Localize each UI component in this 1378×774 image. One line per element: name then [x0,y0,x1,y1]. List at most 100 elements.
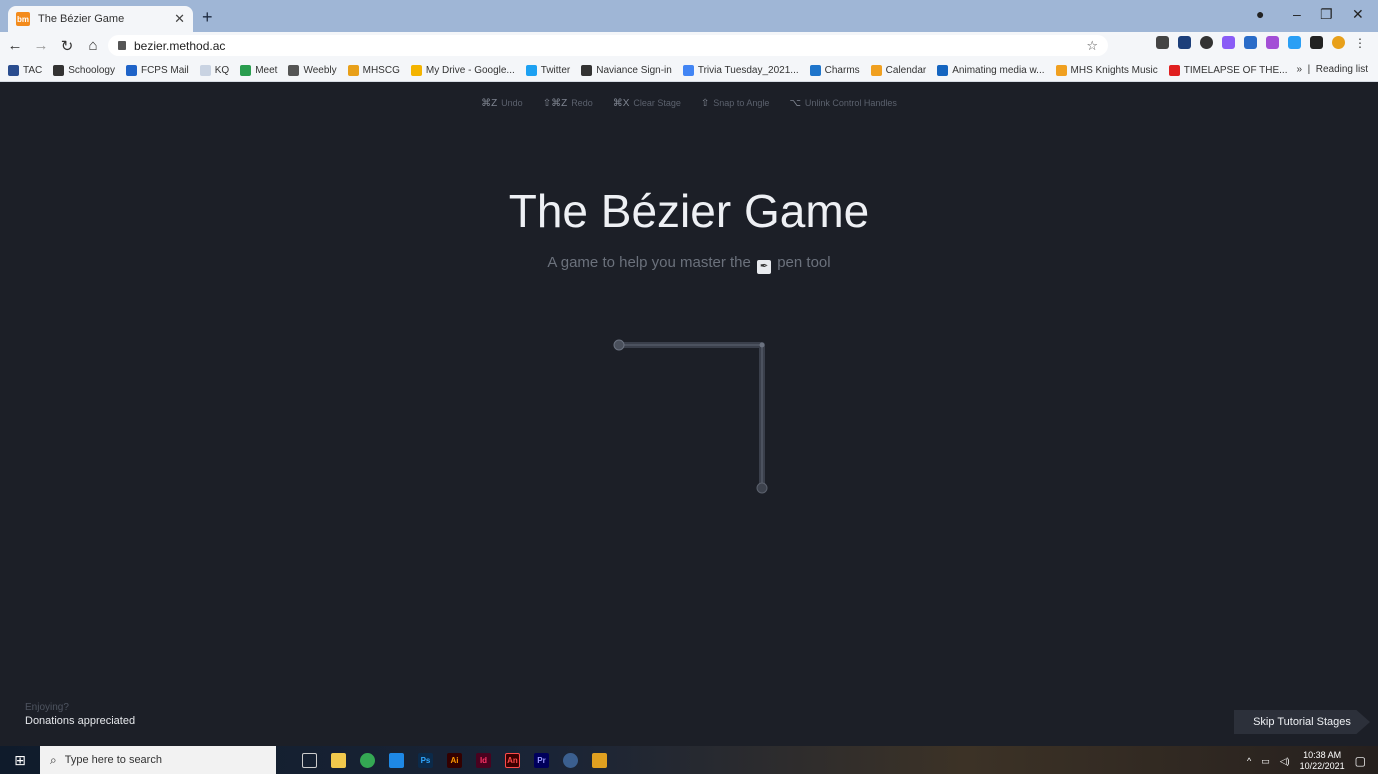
bookmark-label: MHSCG [362,64,400,76]
bookmark-item[interactable]: KQ [199,64,230,76]
home-icon[interactable]: ⌂ [82,37,104,54]
bookmark-item[interactable]: Trivia Tuesday_2021... [682,64,799,76]
profile-icon[interactable]: ● [1256,6,1264,22]
bookmark-favicon-icon [288,64,300,76]
bookmark-item[interactable]: Calendar [870,64,926,76]
bookmark-item[interactable]: TAC [8,64,43,76]
premiere-icon[interactable]: Pr [534,752,549,768]
anchor-point-start[interactable] [613,339,625,351]
bookmark-label: Naviance Sign-in [596,64,672,76]
donation-prompt[interactable]: Enjoying? Donations appreciated [25,702,135,727]
browser-tab[interactable]: bm The Bézier Game ✕ [8,6,193,32]
bookmark-item[interactable]: Animating media w... [937,64,1045,76]
bookmark-item[interactable]: MHS Knights Music [1055,64,1158,76]
bookmark-favicon-icon [870,64,882,76]
chevron-up-icon[interactable]: ^ [1247,756,1251,766]
bookmark-star-icon[interactable]: ☆ [1086,38,1098,54]
bookmark-label: FCPS Mail [140,64,189,76]
app-icon[interactable] [592,752,607,768]
bookmark-label: KQ [214,64,230,76]
bookmark-item[interactable]: Naviance Sign-in [581,64,672,76]
bookmark-favicon-icon [682,64,694,76]
bookmark-item[interactable]: FCPS Mail [125,64,189,76]
indesign-icon[interactable]: Id [476,752,491,768]
close-tab-icon[interactable]: ✕ [174,11,185,27]
reading-list-label: Reading list [1315,64,1368,75]
bookmark-favicon-icon [410,64,422,76]
extension-icon[interactable] [1266,36,1279,49]
bookmark-item[interactable]: Schoology [53,64,115,76]
bookmark-favicon-icon [1168,64,1180,76]
bookmark-label: TIMELAPSE OF THE... [1183,64,1288,76]
bookmark-label: My Drive - Google... [425,64,515,76]
restore-icon[interactable]: ❐ [1320,6,1333,23]
windows-start-icon[interactable]: ⊞ [0,746,40,774]
bookmark-favicon-icon [809,64,821,76]
reading-list-button[interactable]: » | Reading list [1296,64,1368,75]
bookmark-favicon-icon [8,64,19,76]
media-icon[interactable] [389,752,404,768]
anchor-point-corner[interactable] [759,342,765,348]
url-text: bezier.method.ac [134,38,226,53]
animate-icon[interactable]: An [505,752,520,768]
photoshop-icon[interactable]: Ps [418,752,433,768]
chrome-icon[interactable] [360,752,375,768]
bookmark-item[interactable]: Meet [240,64,278,76]
bookmark-favicon-icon [525,64,537,76]
forward-icon[interactable]: → [30,37,52,54]
bookmark-label: Meet [255,64,278,76]
game-page[interactable]: ⌘Z Undo ⇧⌘Z Redo ⌘X Clear Stage ⇧ Snap to Angle… [8,82,1370,746]
extension-icon[interactable] [1200,36,1213,49]
volume-icon[interactable]: ◁) [1280,756,1290,767]
window-close-icon[interactable]: ✕ [1352,6,1364,23]
bookmark-item[interactable]: Twitter [525,64,570,76]
minimize-icon[interactable]: – [1293,6,1301,22]
bookmark-item[interactable]: My Drive - Google... [410,64,515,76]
extension-icon[interactable] [1178,36,1191,49]
bookmark-favicon-icon [937,64,949,76]
address-bar[interactable]: bezier.method.ac ☆ [108,35,1108,56]
bookmark-item[interactable]: MHSCG [347,64,400,76]
bezier-canvas[interactable] [8,82,1370,746]
donation-link[interactable]: Donations appreciated [25,715,135,727]
bookmark-item[interactable]: TIMELAPSE OF THE... [1168,64,1288,76]
power-icon[interactable] [1332,36,1345,49]
bookmark-favicon-icon [53,64,65,76]
tab-strip: bm The Bézier Game ✕ + ● – ❐ ✕ [0,0,1378,32]
extension-icon[interactable] [1222,36,1235,49]
bookmark-label: TAC [23,64,43,76]
reload-icon[interactable]: ↻ [56,37,78,55]
puzzle-icon[interactable] [1310,36,1323,49]
bookmark-label: Weebly [303,64,337,76]
new-tab-icon[interactable]: + [202,7,213,28]
chrome-active-icon[interactable] [563,752,578,768]
bezier-path[interactable] [619,342,765,488]
task-view-icon[interactable] [302,752,317,768]
notifications-icon[interactable]: ▢ [1355,754,1366,768]
bookmark-label: MHS Knights Music [1070,64,1158,76]
anchor-point-end[interactable] [756,482,768,494]
bookmark-favicon-icon [347,64,359,76]
skip-tutorial-button[interactable]: Skip Tutorial Stages [1234,710,1370,734]
taskbar-search[interactable]: ⌕ Type here to search [40,746,276,774]
extension-icon[interactable] [1156,36,1169,49]
bookmark-item[interactable]: Charms [809,64,860,76]
clock-time: 10:38 AM [1303,750,1342,760]
clock-date: 10/22/2021 [1299,761,1345,771]
bookmark-item[interactable]: Weebly [288,64,337,76]
file-explorer-icon[interactable] [331,752,346,768]
network-icon[interactable]: ▭ [1261,756,1270,767]
donation-question: Enjoying? [25,702,69,713]
extension-icon[interactable] [1244,36,1257,49]
search-placeholder: Type here to search [64,754,162,766]
clock[interactable]: 10:38 AM 10/22/2021 [1300,750,1345,772]
back-icon[interactable]: ← [4,37,26,54]
extension-icon[interactable] [1288,36,1301,49]
bookmark-favicon-icon [581,64,593,76]
illustrator-icon[interactable]: Ai [447,752,462,768]
favicon-icon: bm [16,12,30,26]
browser-toolbar: ← → ↻ ⌂ bezier.method.ac ☆ ⋮ [0,32,1378,59]
menu-kebab-icon[interactable]: ⋮ [1354,36,1366,50]
bookmark-label: Schoology [68,64,115,76]
bookmark-favicon-icon [125,64,137,76]
